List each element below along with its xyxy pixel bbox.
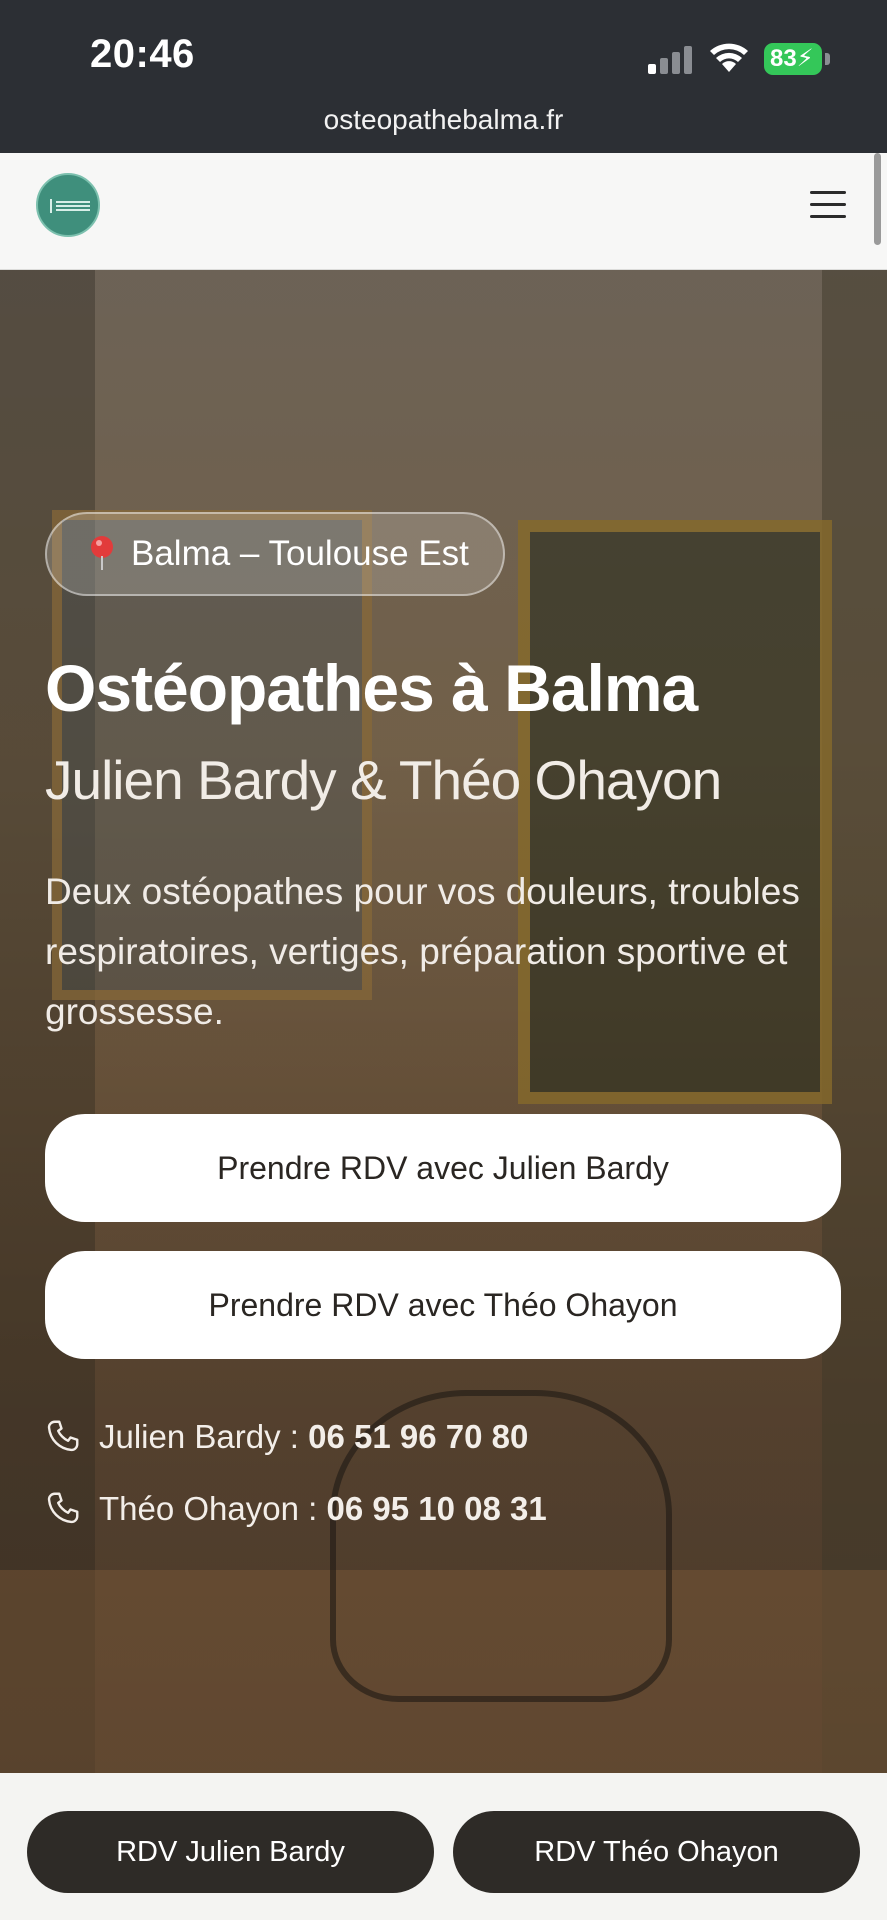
sticky-booking-bar: RDV Julien Bardy RDV Théo Ohayon bbox=[0, 1773, 887, 1920]
phone-contact-name: Théo Ohayon : bbox=[99, 1490, 327, 1527]
battery-icon: 83⚡ bbox=[764, 43, 822, 75]
rdv-theo-ohayon-button[interactable]: RDV Théo Ohayon bbox=[453, 1811, 860, 1893]
wifi-icon bbox=[710, 43, 748, 72]
phone-number: 06 51 96 70 80 bbox=[308, 1418, 529, 1455]
phone-number: 06 95 10 08 31 bbox=[326, 1490, 547, 1527]
rdv-julien-bardy-button[interactable]: RDV Julien Bardy bbox=[27, 1811, 434, 1893]
logo-mark bbox=[50, 199, 90, 213]
status-time: 20:46 bbox=[90, 32, 195, 76]
pin-icon bbox=[91, 535, 113, 570]
battery-cap bbox=[825, 53, 830, 65]
book-julien-bardy-button[interactable]: Prendre RDV avec Julien Bardy bbox=[45, 1114, 841, 1222]
status-bar: 20:46 83⚡ osteopathebalma.fr bbox=[0, 0, 887, 153]
address-bar-url[interactable]: osteopathebalma.fr bbox=[0, 104, 887, 136]
scrollbar[interactable] bbox=[874, 153, 881, 245]
page-title: Ostéopathes à Balma bbox=[45, 651, 698, 725]
site-header bbox=[0, 153, 887, 270]
phone-contact-name: Julien Bardy : bbox=[99, 1418, 309, 1455]
page-subtitle: Julien Bardy & Théo Ohayon bbox=[45, 749, 722, 811]
phone-icon bbox=[47, 1420, 79, 1452]
phone-link-theo-ohayon[interactable]: Théo Ohayon : 06 95 10 08 31 bbox=[45, 1484, 547, 1534]
cellular-signal-icon bbox=[648, 44, 694, 74]
phone-link-julien-bardy[interactable]: Julien Bardy : 06 51 96 70 80 bbox=[45, 1412, 528, 1462]
hero-description: Deux ostéopathes pour vos douleurs, trou… bbox=[45, 871, 800, 1032]
hamburger-menu-icon[interactable] bbox=[810, 189, 846, 221]
battery-level: 83 bbox=[770, 45, 797, 72]
hero-section: Balma – Toulouse Est Ostéopathes à Balma… bbox=[0, 270, 887, 1773]
clinic-logo[interactable] bbox=[36, 173, 100, 237]
location-badge-label: Balma – Toulouse Est bbox=[131, 534, 469, 573]
location-badge: Balma – Toulouse Est bbox=[45, 512, 505, 596]
phone-icon bbox=[47, 1492, 79, 1524]
book-theo-ohayon-button[interactable]: Prendre RDV avec Théo Ohayon bbox=[45, 1251, 841, 1359]
